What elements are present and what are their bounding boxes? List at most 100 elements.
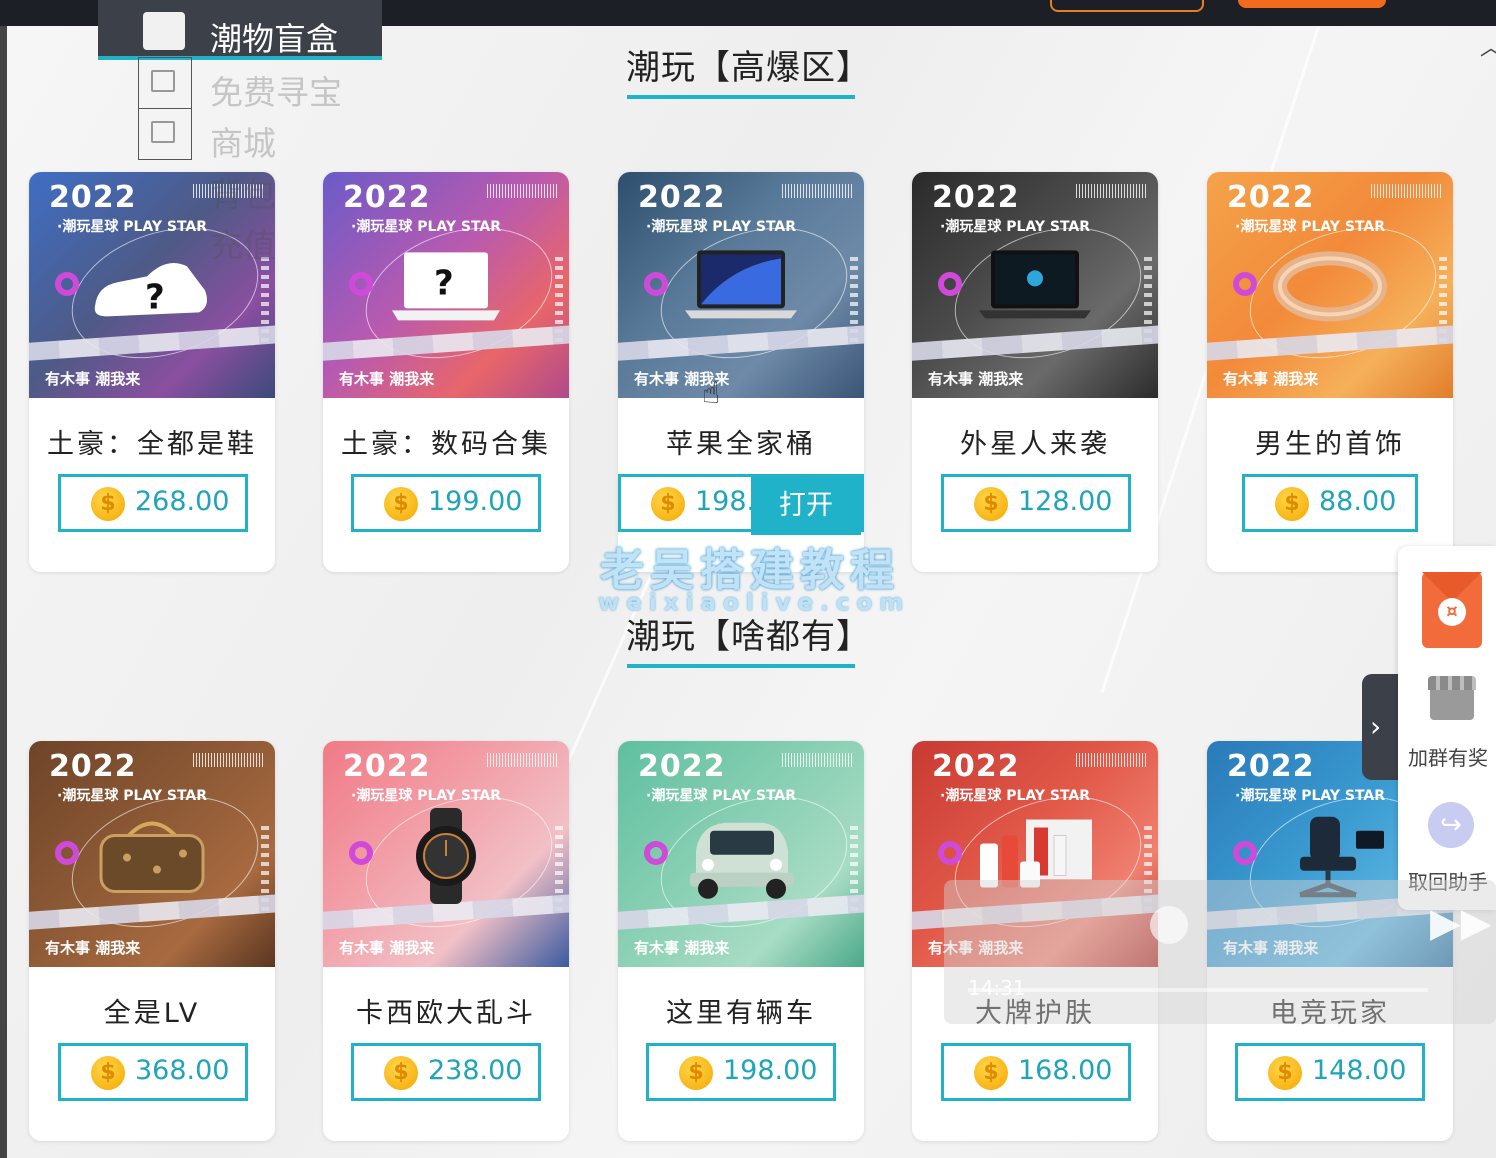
price-value: 268.00 (135, 486, 230, 517)
coin-icon: $ (384, 487, 418, 521)
card-name: 土豪：全都是鞋 (47, 429, 257, 460)
video-scrubber[interactable] (1150, 906, 1188, 944)
side-panel-toggle[interactable]: › (1362, 674, 1398, 780)
blindbox-card[interactable]: 2022 ·潮玩星球 PLAY STAR 有木事 潮我来 这里有辆车 $ 198… (618, 741, 864, 1141)
card-image: 2022 ·潮玩星球 PLAY STAR 有木事 潮我来 (29, 741, 275, 967)
coin-icon: $ (974, 1056, 1008, 1090)
blindbox-card[interactable]: 2022 ·潮玩星球 PLAY STAR 有木事 潮我来 苹果全家桶 $ 198… (618, 172, 864, 572)
blindbox-card[interactable]: 2022 ·潮玩星球 PLAY STAR 有木事 潮我来 全是LV $ 368.… (29, 741, 275, 1141)
video-time: 14:31 (968, 976, 1026, 1000)
card-art-footer: 有木事 潮我来 (634, 939, 730, 957)
price-button[interactable]: $ 199.00 (351, 474, 541, 532)
card-art-year: 2022 (932, 749, 1020, 784)
price-value: 199.00 (428, 486, 523, 517)
card-art-year: 2022 (1227, 180, 1315, 215)
store-icon[interactable] (1428, 676, 1476, 720)
card-name: 卡西欧大乱斗 (356, 998, 536, 1029)
price-button[interactable]: $ 148.00 (1235, 1043, 1425, 1101)
side-panel: ¤ 加群有奖 ↪ 取回助手 (1398, 546, 1496, 910)
card-art-year: 2022 (1227, 749, 1315, 784)
coin-icon: $ (91, 1056, 125, 1090)
ring-decoration-icon (1233, 272, 1257, 296)
ring-decoration-icon (349, 841, 373, 865)
card-art-footer: 有木事 潮我来 (339, 939, 435, 957)
price-button[interactable]: $ 168.00 (941, 1043, 1131, 1101)
watermark-url: weixiaolive.com (598, 590, 911, 616)
section-underline (627, 664, 855, 668)
price-button[interactable]: $ 198.00 (646, 1043, 836, 1101)
barcode-icon (782, 184, 852, 198)
coin-icon: $ (1268, 1056, 1302, 1090)
price-value: 198.00 (723, 1055, 818, 1086)
watermark-text: 老吴搭建教程 (600, 545, 900, 596)
ring-decoration-icon (938, 272, 962, 296)
price-value: 168.00 (1018, 1055, 1113, 1086)
blindbox-card[interactable]: 2022 ·潮玩星球 PLAY STAR ? 有木事 潮我来 土豪：数码合集 $… (323, 172, 569, 572)
section-underline (627, 95, 855, 99)
blindbox-card[interactable]: 2022 ·潮玩星球 PLAY STAR 有木事 潮我来 外星人来袭 $ 128… (912, 172, 1158, 572)
card-name: 全是LV (103, 998, 201, 1029)
left-edge-strip (0, 26, 7, 1158)
ring-decoration-icon (55, 841, 79, 865)
menu-item-backpack[interactable]: 背包 (210, 168, 276, 216)
barcode-icon (1371, 184, 1441, 198)
price-button[interactable]: $ 88.00 (1242, 474, 1418, 532)
chevron-right-icon: › (1370, 710, 1382, 743)
card-art-footer: 有木事 潮我来 (928, 370, 1024, 388)
menu-item-free-treasure[interactable]: 免费寻宝 (210, 66, 342, 114)
fast-forward-icon[interactable]: ▶▶ (1430, 900, 1492, 946)
bracelet-icon (1270, 246, 1390, 330)
video-progress-track[interactable] (968, 988, 1428, 992)
coin-icon: $ (974, 487, 1008, 521)
card-name: 土豪：数码合集 (341, 429, 551, 460)
card-image: 2022 ·潮玩星球 PLAY STAR 有木事 潮我来 (323, 741, 569, 967)
red-envelope-icon[interactable]: ¤ (1422, 572, 1482, 648)
svg-text:?: ? (434, 263, 454, 303)
price-button[interactable]: $ 268.00 (58, 474, 248, 532)
section-title-all: 潮玩【啥都有】 (626, 617, 871, 657)
price-button[interactable]: $ 368.00 (58, 1043, 248, 1101)
macbook-icon (681, 246, 801, 330)
card-art-footer: 有木事 潮我来 (45, 370, 141, 388)
barcode-icon (1076, 753, 1146, 767)
share-arrow-icon[interactable]: ↪ (1428, 802, 1474, 848)
coin-icon: $ (384, 1056, 418, 1090)
barcode-icon (782, 753, 852, 767)
alienware-laptop-icon (975, 246, 1095, 330)
menu-item-recharge[interactable]: 充值 (210, 219, 276, 267)
menu-item-shop[interactable]: 商城 (210, 117, 276, 165)
open-button[interactable]: 打开 (751, 477, 861, 535)
card-image: 2022 ·潮玩星球 PLAY STAR 有木事 潮我来 (618, 172, 864, 398)
card-art-footer: 有木事 潮我来 (1223, 370, 1319, 388)
card-art-year: 2022 (343, 180, 431, 215)
card-name: 外星人来袭 (960, 429, 1110, 460)
price-button[interactable]: $ 238.00 (351, 1043, 541, 1101)
coin-icon: $ (91, 487, 125, 521)
ring-decoration-icon (55, 272, 79, 296)
price-value: 238.00 (428, 1055, 523, 1086)
join-group-label[interactable]: 加群有奖 (1408, 742, 1488, 771)
blindbox-card[interactable]: 2022 ·潮玩星球 PLAY STAR 有木事 潮我来 卡西欧大乱斗 $ 23… (323, 741, 569, 1141)
ring-decoration-icon (938, 841, 962, 865)
ring-decoration-icon (644, 841, 668, 865)
top-outline-button[interactable] (1050, 0, 1204, 12)
blindbox-card[interactable]: 2022 ·潮玩星球 PLAY STAR 有木事 潮我来 男生的首饰 $ 88.… (1207, 172, 1453, 572)
price-button[interactable]: $ 198.0 打开 (618, 474, 864, 535)
menu-header-label: 潮物盲盒 (210, 20, 339, 58)
barcode-icon (487, 184, 557, 198)
card-art-year: 2022 (343, 749, 431, 784)
card-art-year: 2022 (49, 749, 137, 784)
svg-text:?: ? (145, 277, 165, 317)
video-overlay (944, 880, 1496, 1024)
price-value: 88.00 (1319, 486, 1397, 517)
box-icon (143, 12, 185, 50)
card-name: 这里有辆车 (666, 998, 816, 1029)
top-solid-button[interactable] (1238, 0, 1386, 8)
laptop-mystery-icon: ? (386, 246, 506, 330)
price-button[interactable]: $ 128.00 (941, 474, 1131, 532)
barcode-icon (1076, 184, 1146, 198)
ring-decoration-icon (644, 272, 668, 296)
scroll-up-icon[interactable]: ︿ (1480, 30, 1496, 62)
card-art-footer: 有木事 潮我来 (339, 370, 435, 388)
card-art-year: 2022 (932, 180, 1020, 215)
